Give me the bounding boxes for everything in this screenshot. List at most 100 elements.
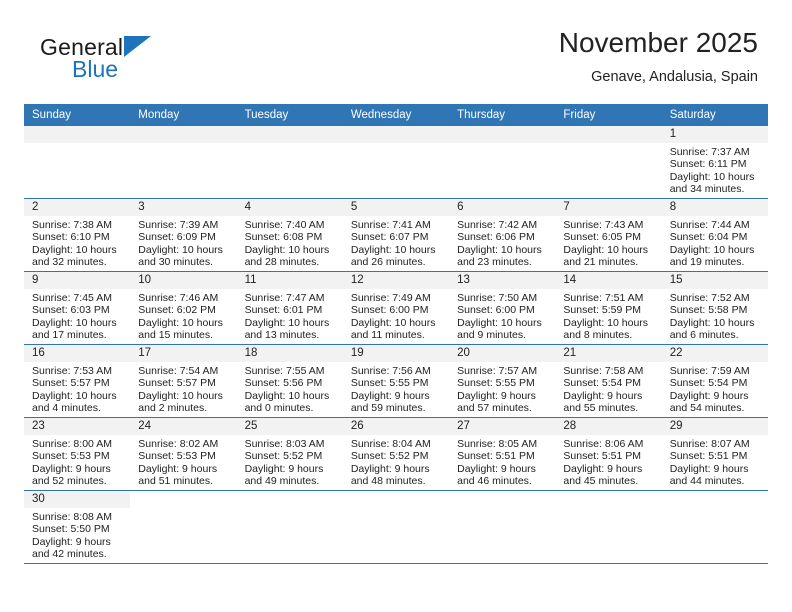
sun-info: Sunrise: 7:55 AM Sunset: 5:56 PM Daylight:… <box>237 362 343 415</box>
daylight-duration-line2: and 13 minutes. <box>244 329 320 342</box>
daylight-duration-line1: Daylight: 10 hours <box>457 243 542 256</box>
day-number: 21 <box>555 345 662 362</box>
calendar-day-cell: 4 Sunrise: 7:40 AM Sunset: 6:08 PM Daylight… <box>236 198 343 272</box>
sunset-time: Sunset: 5:58 PM <box>669 304 748 317</box>
sunrise-time: Sunrise: 7:53 AM <box>32 365 112 377</box>
daylight-duration-line1: Daylight: 9 hours <box>457 462 536 475</box>
calendar-empty-cell <box>555 490 662 564</box>
day-cell-content: 16 Sunrise: 7:53 AM Sunset: 5:57 PM Dayligh… <box>24 345 131 417</box>
daylight-duration-line2: and 42 minutes. <box>32 548 107 561</box>
calendar-empty-cell <box>130 126 237 199</box>
day-number: 20 <box>449 345 556 362</box>
daylight-duration-line1: Daylight: 10 hours <box>138 243 223 256</box>
calendar-page: General Blue November 2025 Genave, Andal… <box>0 0 792 612</box>
day-cell-content: 23 Sunrise: 8:00 AM Sunset: 5:53 PM Dayligh… <box>24 418 131 490</box>
sunrise-time: Sunrise: 7:44 AM <box>669 219 750 231</box>
calendar-empty-cell <box>130 490 237 564</box>
day-number: 13 <box>449 272 556 289</box>
sunrise-time: Sunrise: 8:02 AM <box>138 438 219 450</box>
calendar-day-cell: 17 Sunrise: 7:54 AM Sunset: 5:57 PM Dayligh… <box>130 344 237 418</box>
day-cell-content: 5 Sunrise: 7:41 AM Sunset: 6:07 PM Daylight… <box>342 199 450 271</box>
sun-info: Sunrise: 8:00 AM Sunset: 5:53 PM Daylight:… <box>24 435 130 488</box>
day-number: 15 <box>661 272 768 289</box>
general-blue-logo: General Blue <box>40 34 230 94</box>
day-number <box>24 126 131 143</box>
day-cell-content <box>555 126 662 198</box>
daylight-duration-line1: Daylight: 10 hours <box>244 316 330 329</box>
day-number: 6 <box>449 199 556 216</box>
day-cell-content: 19 Sunrise: 7:56 AM Sunset: 5:55 PM Dayligh… <box>342 345 450 417</box>
day-number <box>236 126 343 143</box>
calendar-day-cell: 16 Sunrise: 7:53 AM Sunset: 5:57 PM Dayligh… <box>24 344 131 418</box>
daylight-duration-line1: Daylight: 9 hours <box>350 462 430 475</box>
sun-info: Sunrise: 8:03 AM Sunset: 5:52 PM Daylight:… <box>237 435 343 488</box>
daylight-duration-line1: Daylight: 9 hours <box>32 462 111 475</box>
day-number <box>342 126 450 143</box>
sunrise-time: Sunrise: 8:06 AM <box>563 438 644 450</box>
calendar-day-cell: 1 Sunrise: 7:37 AM Sunset: 6:11 PM Daylight… <box>661 126 768 199</box>
daylight-duration-line1: Daylight: 9 hours <box>669 389 749 402</box>
day-cell-content <box>449 491 555 563</box>
day-number <box>130 491 236 508</box>
daylight-duration-line2: and 23 minutes. <box>457 256 532 269</box>
weekday-header-thursday: Thursday <box>449 104 556 126</box>
sunset-time: Sunset: 5:57 PM <box>138 377 216 390</box>
calendar-day-cell: 6 Sunrise: 7:42 AM Sunset: 6:06 PM Daylight… <box>449 198 556 272</box>
sunrise-time: Sunrise: 7:57 AM <box>457 365 538 377</box>
sunrise-time: Sunrise: 7:38 AM <box>32 219 112 231</box>
sunset-time: Sunset: 5:56 PM <box>244 377 323 390</box>
sunset-time: Sunset: 5:59 PM <box>563 304 642 317</box>
day-cell-content <box>662 491 768 563</box>
daylight-duration-line1: Daylight: 10 hours <box>563 316 649 329</box>
day-cell-content: 28 Sunrise: 8:06 AM Sunset: 5:51 PM Dayligh… <box>555 418 662 490</box>
sun-info: Sunrise: 7:38 AM Sunset: 6:10 PM Daylight:… <box>24 216 130 269</box>
weekday-header-saturday: Saturday <box>661 104 768 126</box>
day-number: 8 <box>661 199 768 216</box>
day-number: 11 <box>236 272 343 289</box>
sunrise-time: Sunrise: 7:45 AM <box>32 292 112 304</box>
sunset-time: Sunset: 5:53 PM <box>138 450 216 463</box>
calendar-day-cell: 26 Sunrise: 8:04 AM Sunset: 5:52 PM Dayligh… <box>342 417 450 491</box>
daylight-duration-line2: and 52 minutes. <box>32 475 107 488</box>
calendar-week-row: 30 Sunrise: 8:08 AM Sunset: 5:50 PM Dayligh… <box>24 490 768 564</box>
sunset-time: Sunset: 6:03 PM <box>32 304 110 317</box>
sun-info: Sunrise: 7:43 AM Sunset: 6:05 PM Daylight:… <box>555 216 661 269</box>
calendar-day-cell: 2 Sunrise: 7:38 AM Sunset: 6:10 PM Daylight… <box>24 198 131 272</box>
sun-info: Sunrise: 7:59 AM Sunset: 5:54 PM Daylight:… <box>662 362 768 415</box>
day-number: 19 <box>342 345 450 362</box>
sunset-time: Sunset: 5:51 PM <box>563 450 642 463</box>
calendar-day-cell: 30 Sunrise: 8:08 AM Sunset: 5:50 PM Dayligh… <box>24 490 131 564</box>
day-number: 16 <box>24 345 131 362</box>
day-number: 27 <box>449 418 556 435</box>
daylight-duration-line1: Daylight: 10 hours <box>138 389 223 402</box>
sunrise-time: Sunrise: 7:47 AM <box>244 292 325 304</box>
sun-info: Sunrise: 8:04 AM Sunset: 5:52 PM Daylight:… <box>343 435 449 488</box>
day-cell-content <box>342 126 450 198</box>
daylight-duration-line1: Daylight: 10 hours <box>350 316 436 329</box>
calendar-day-cell: 27 Sunrise: 8:05 AM Sunset: 5:51 PM Dayligh… <box>449 417 556 491</box>
title-block: November 2025 Genave, Andalusia, Spain <box>559 26 758 88</box>
sunrise-time: Sunrise: 7:58 AM <box>563 365 644 377</box>
sunrise-time: Sunrise: 7:49 AM <box>350 292 431 304</box>
day-cell-content: 27 Sunrise: 8:05 AM Sunset: 5:51 PM Dayligh… <box>449 418 556 490</box>
weekday-header-sunday: Sunday <box>24 104 131 126</box>
calendar-empty-cell <box>449 126 556 199</box>
day-number <box>343 491 449 508</box>
day-number: 10 <box>130 272 237 289</box>
daylight-duration-line1: Daylight: 10 hours <box>32 243 117 256</box>
calendar-empty-cell <box>449 490 556 564</box>
day-number: 17 <box>130 345 237 362</box>
day-number: 12 <box>342 272 450 289</box>
daylight-duration-line2: and 30 minutes. <box>138 256 213 269</box>
daylight-duration-line1: Daylight: 10 hours <box>669 316 755 329</box>
daylight-duration-line2: and 57 minutes. <box>457 402 532 415</box>
day-cell-content: 21 Sunrise: 7:58 AM Sunset: 5:54 PM Dayligh… <box>555 345 662 417</box>
sunrise-time: Sunrise: 7:55 AM <box>244 365 325 377</box>
sun-info: Sunrise: 7:39 AM Sunset: 6:09 PM Daylight:… <box>130 216 236 269</box>
day-cell-content: 12 Sunrise: 7:49 AM Sunset: 6:00 PM Dayligh… <box>342 272 450 344</box>
calendar-day-cell: 28 Sunrise: 8:06 AM Sunset: 5:51 PM Dayligh… <box>555 417 662 491</box>
day-number: 4 <box>236 199 343 216</box>
daylight-duration-line1: Daylight: 9 hours <box>244 462 324 475</box>
day-number: 2 <box>24 199 131 216</box>
calendar-day-cell: 12 Sunrise: 7:49 AM Sunset: 6:00 PM Dayligh… <box>342 271 450 345</box>
